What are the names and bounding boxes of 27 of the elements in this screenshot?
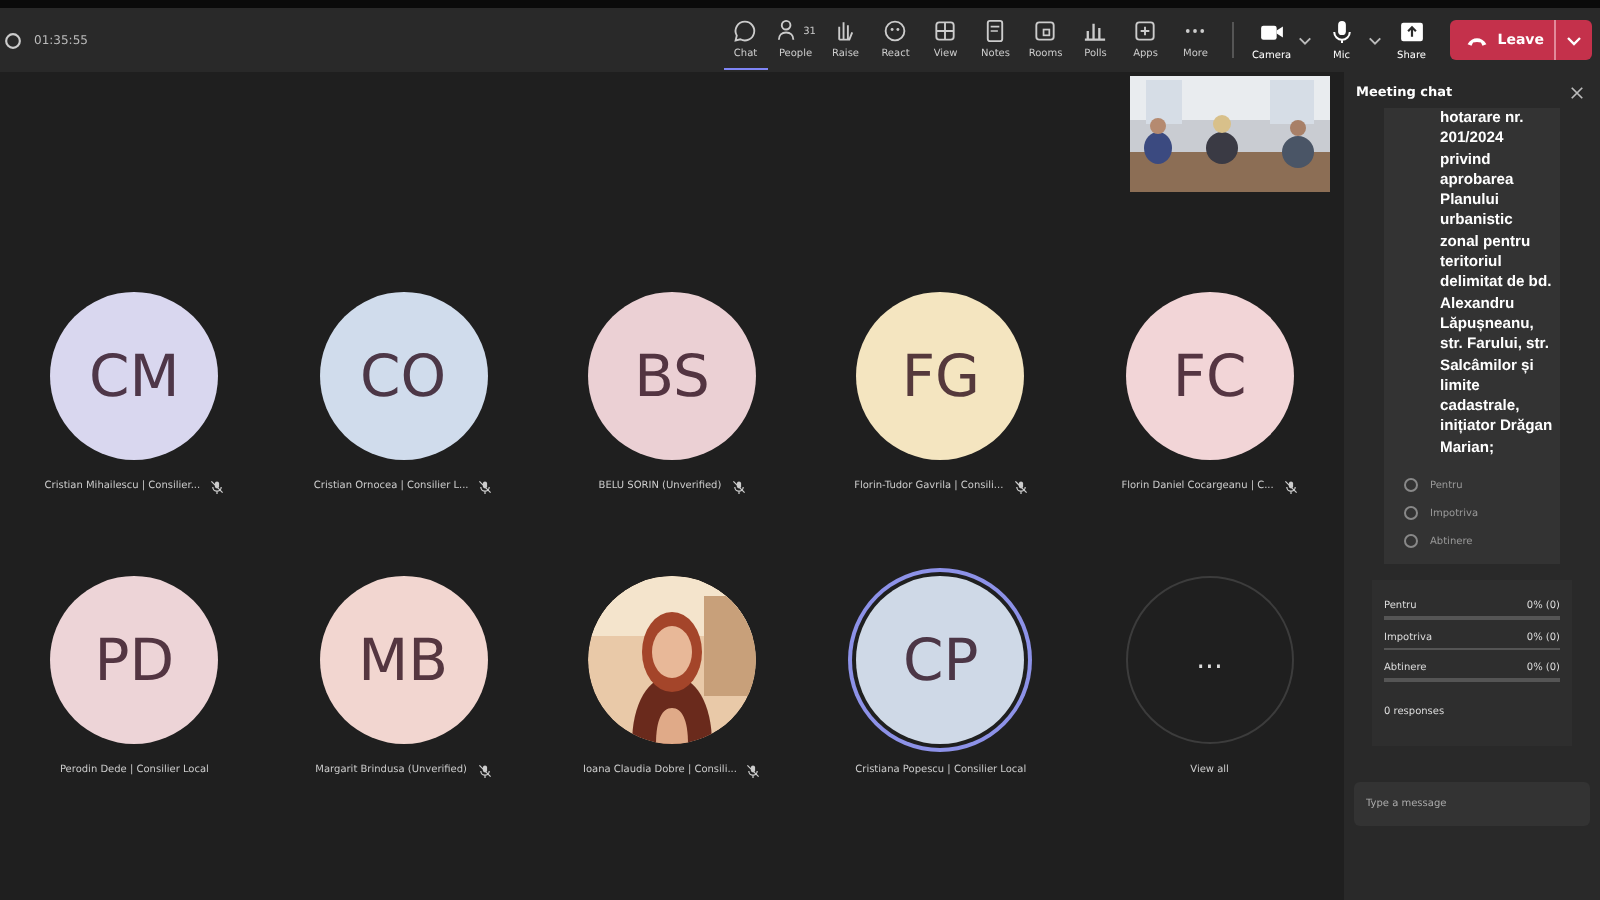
hand-icon: [832, 18, 859, 44]
close-icon[interactable]: [1570, 85, 1584, 99]
radio-button[interactable]: [1404, 478, 1418, 493]
plus-icon: [1132, 18, 1159, 44]
avatar: CM: [50, 292, 219, 460]
avatar: CO: [319, 292, 488, 460]
rooms-icon: [1032, 18, 1059, 44]
bar-chart-icon: [1082, 18, 1109, 44]
radio-button[interactable]: [1404, 534, 1418, 549]
radio-button[interactable]: [1404, 506, 1418, 521]
caret-icon[interactable]: [1367, 35, 1382, 45]
phone-icon: [1465, 33, 1488, 47]
avatar: FG: [856, 292, 1025, 460]
caret-icon[interactable]: [1297, 35, 1312, 45]
avatar: BS: [587, 292, 756, 460]
caret-icon: [1566, 35, 1582, 45]
note-icon: [982, 18, 1009, 44]
avatar: PD: [50, 576, 219, 744]
avatar: CP: [856, 576, 1025, 744]
chat-icon: [732, 18, 759, 44]
share-icon: [1397, 17, 1426, 45]
grid-icon: [932, 18, 959, 44]
smiley-icon: [882, 18, 909, 44]
view-all-button[interactable]: ...: [1125, 576, 1294, 744]
avatar: MB: [319, 576, 488, 744]
avatar: FC: [1125, 292, 1294, 460]
mic-icon: [1327, 17, 1356, 45]
